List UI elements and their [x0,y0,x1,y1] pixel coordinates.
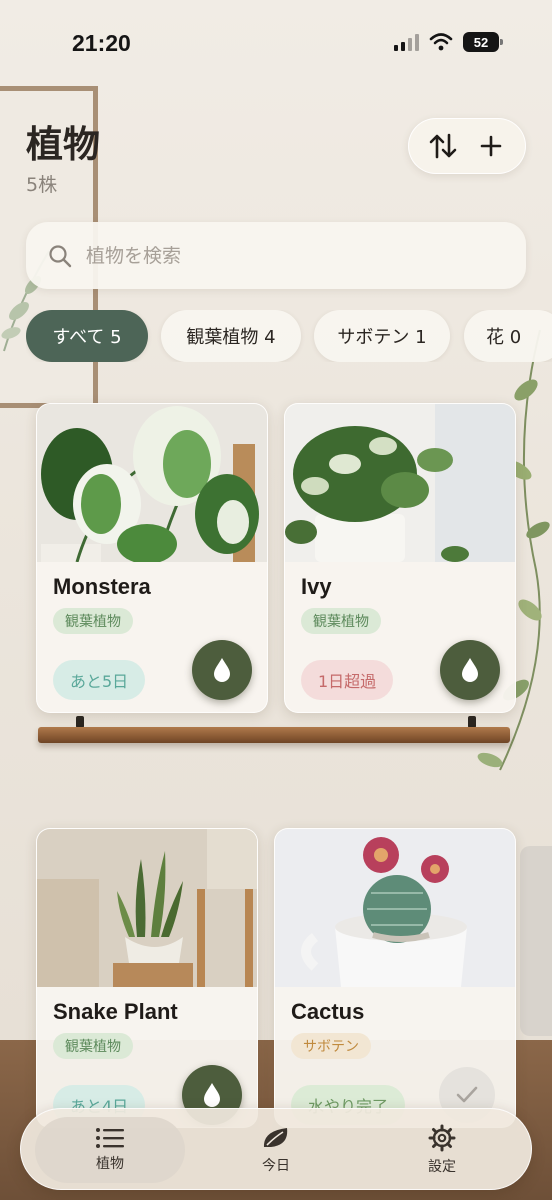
water-drop-icon [204,1083,220,1107]
plant-card-cactus[interactable]: Cactus サボテン 水やり完了 [274,828,516,1128]
page-title: 植物 [26,123,100,166]
background-pot [520,846,552,1036]
tab-plants[interactable]: 植物 [35,1117,185,1183]
tab-label: 設定 [428,1159,456,1175]
status-bar: 21:20 52 [0,0,552,90]
gear-icon [428,1124,456,1152]
plant-card-monstera[interactable]: Monstera 観葉植物 あと5日 [36,403,268,713]
water-drop-icon [214,658,230,682]
filter-chip-flower[interactable]: 花 0 [464,310,552,362]
sort-button[interactable] [423,126,463,166]
add-plant-button[interactable] [471,126,511,166]
plant-name: Monstera [53,574,151,599]
plant-name: Cactus [291,999,365,1024]
watering-status-badge: 1日超過 [301,660,394,700]
filter-chip-foliage[interactable]: 観葉植物 4 [161,310,301,362]
tab-settings[interactable]: 設定 [367,1117,517,1183]
search-icon [49,244,72,267]
sort-icon [429,133,457,159]
filter-chip-all[interactable]: すべて 5 [26,310,148,362]
water-drop-icon [462,658,478,682]
plant-photo-snake-plant [37,829,257,987]
cellular-signal-icon [394,33,419,51]
water-button[interactable] [440,640,500,700]
wooden-shelf [38,727,510,743]
tab-label: 今日 [262,1158,290,1174]
filter-chip-cactus[interactable]: サボテン 1 [314,310,450,362]
watering-status-badge: あと5日 [53,660,146,700]
water-button[interactable] [192,640,252,700]
plus-icon [480,135,502,157]
tab-today[interactable]: 今日 [201,1117,351,1183]
plant-photo-monstera [37,404,267,562]
list-icon [96,1128,124,1148]
plant-category-tag: 観葉植物 [301,608,381,634]
header-actions [408,118,526,174]
plant-count: 5株 [26,174,58,196]
search-bar[interactable] [26,222,526,289]
leaf-icon [263,1128,288,1147]
plant-name: Snake Plant [53,999,178,1024]
status-time: 21:20 [72,30,131,56]
plant-photo-cactus [275,829,515,987]
filter-chips: すべて 5 観葉植物 4 サボテン 1 花 0 [26,310,552,362]
plant-category-tag: 観葉植物 [53,1033,133,1059]
tab-bar: 植物 今日 設定 [20,1108,532,1190]
checkmark-icon [456,1086,478,1103]
plant-card-ivy[interactable]: Ivy 観葉植物 1日超過 [284,403,516,713]
tab-label: 植物 [96,1156,124,1172]
wifi-icon [429,33,453,51]
plant-card-snake-plant[interactable]: Snake Plant 観葉植物 あと4日 [36,828,258,1128]
search-input[interactable] [86,244,486,267]
plant-category-tag: サボテン [291,1033,371,1059]
battery-icon: 52 [463,32,503,52]
plant-photo-ivy [285,404,515,562]
plant-name: Ivy [301,574,332,599]
plant-category-tag: 観葉植物 [53,608,133,634]
status-icons: 52 [394,32,503,52]
